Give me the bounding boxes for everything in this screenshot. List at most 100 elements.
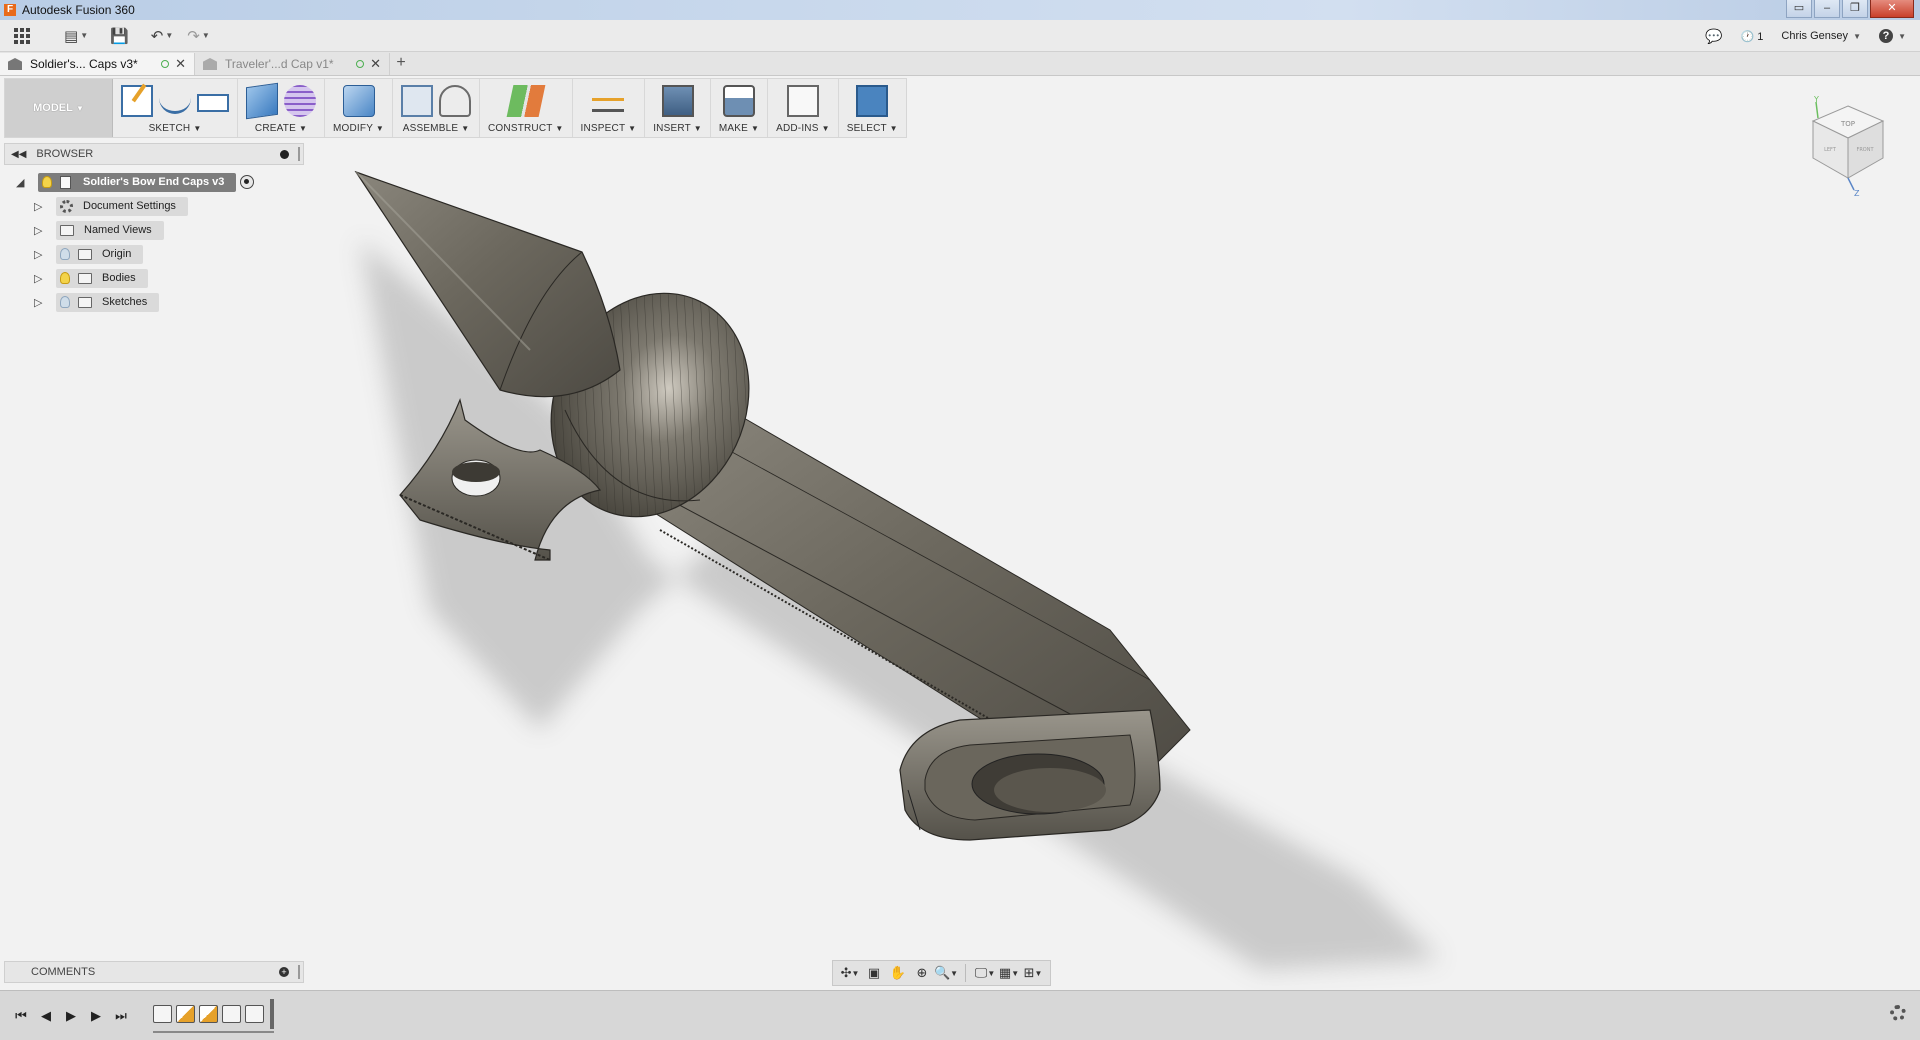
restore-panel-button[interactable]: ▭ (1786, 0, 1812, 18)
fusion-app-icon: F (4, 4, 16, 16)
help-icon: ? (1879, 29, 1894, 43)
close-button[interactable]: ✕ (1870, 0, 1914, 18)
comments-panel-header[interactable]: COMMENTS + (4, 961, 304, 983)
new-tab-button[interactable]: + (390, 53, 412, 75)
folder-icon (78, 272, 92, 284)
pan-hand-icon[interactable]: ✋ (887, 963, 909, 983)
create-sketch-icon[interactable] (121, 85, 153, 117)
title-bar: F Autodesk Fusion 360 ▭ – ❐ ✕ (0, 0, 1920, 20)
save-icon[interactable]: 💾 (110, 25, 129, 47)
panel-grip[interactable] (298, 965, 300, 979)
pin-icon[interactable] (280, 150, 289, 159)
redo-icon[interactable]: ↷ ▼ (187, 25, 210, 47)
collapse-browser-icon[interactable]: ◀◀ (11, 149, 26, 160)
grid-settings-icon[interactable]: ▦ ▼ (998, 963, 1020, 983)
document-tab-bar: Soldier's... Caps v3* ✕ Traveler'...d Ca… (0, 52, 1920, 76)
look-at-icon[interactable]: ▣ (863, 963, 885, 983)
saved-status-icon (161, 60, 170, 68)
tab-travelers-cap[interactable]: Traveler'...d Cap v1* ✕ (195, 53, 390, 75)
visibility-bulb-icon[interactable] (42, 176, 52, 188)
tree-item-document-settings[interactable]: ▷ Document Settings (34, 194, 254, 218)
collapse-triangle-icon[interactable]: ◢ (16, 176, 30, 189)
zoom-icon[interactable]: ⊕ (911, 963, 933, 983)
timeline-marker-handle[interactable] (270, 998, 274, 1029)
design-icon (203, 58, 217, 70)
expand-triangle-icon[interactable]: ▷ (34, 272, 48, 285)
design-icon (8, 58, 22, 70)
panel-grip[interactable] (298, 147, 300, 161)
file-menu-icon[interactable]: ▤ ▼ (64, 25, 88, 47)
help-menu[interactable]: ? ▼ (1879, 29, 1906, 43)
folder-icon (60, 224, 74, 236)
undo-icon[interactable]: ↶ ▼ (151, 25, 174, 47)
view-cube-top-label[interactable]: TOP (1840, 120, 1855, 128)
go-to-start-icon[interactable]: ⏮ (10, 1005, 32, 1027)
expand-triangle-icon[interactable]: ▷ (34, 224, 48, 237)
orbit-icon[interactable]: ✣ ▼ (839, 963, 861, 983)
axis-z-label: Z (1854, 189, 1860, 196)
maximize-button[interactable]: ❐ (1842, 0, 1868, 18)
timeline-sketch-icon[interactable] (199, 1004, 218, 1023)
folder-icon (78, 248, 92, 260)
spline-icon[interactable] (159, 94, 191, 114)
window-controls: ▭ – ❐ ✕ (1786, 0, 1914, 18)
extrude-icon[interactable] (246, 82, 278, 120)
fit-zoom-icon[interactable]: 🔍 ▼ (934, 963, 958, 983)
job-status[interactable]: 🕐 1 (1741, 30, 1764, 43)
display-settings-icon[interactable]: 🖵 ▼ (974, 963, 996, 983)
view-cube[interactable]: TOP LEFT FRONT Y Z (1808, 96, 1888, 196)
rectangle-icon[interactable] (197, 94, 229, 112)
document-icon (60, 175, 71, 189)
go-to-end-icon[interactable]: ⏭ (110, 1005, 132, 1027)
chevron-down-icon: ▼ (1853, 32, 1862, 41)
tree-item-sketches[interactable]: ▷ Sketches (34, 290, 254, 314)
axis-y-label: Y (1813, 96, 1819, 104)
timeline-revolve-icon[interactable] (222, 1004, 241, 1023)
navigation-bar: ✣ ▼ ▣ ✋ ⊕ 🔍 ▼ 🖵 ▼ ▦ ▼ ⊞ ▼ (832, 960, 1051, 986)
tree-item-bodies[interactable]: ▷ Bodies (34, 266, 254, 290)
timeline-sketch-icon[interactable] (176, 1004, 195, 1023)
close-tab-icon[interactable]: ✕ (370, 56, 381, 72)
step-back-icon[interactable]: ◀ (35, 1005, 57, 1027)
visibility-bulb-icon[interactable] (60, 248, 70, 260)
quick-access-right: 💬 🕐 1 Chris Gensey ▼ ? ▼ (1705, 20, 1906, 52)
visibility-bulb-icon[interactable] (60, 272, 70, 284)
clock-icon: 🕐 (1740, 30, 1755, 43)
expand-triangle-icon[interactable]: ▷ (34, 200, 48, 213)
expand-triangle-icon[interactable]: ▷ (34, 248, 48, 261)
add-comment-icon[interactable]: + (279, 967, 289, 977)
timeline-features (153, 998, 274, 1033)
folder-icon (78, 296, 92, 308)
visibility-bulb-icon[interactable] (60, 296, 70, 308)
tab-soldiers-caps[interactable]: Soldier's... Caps v3* ✕ (0, 53, 195, 75)
close-tab-icon[interactable]: ✕ (175, 56, 186, 72)
tree-item-named-views[interactable]: ▷ Named Views (34, 218, 254, 242)
quick-access-toolbar: ▤ ▼ 💾 ↶ ▼ ↷ ▼ 💬 🕐 1 Chris Gensey ▼ ? ▼ (0, 20, 1920, 52)
saved-status-icon (356, 60, 365, 68)
data-panel-grid-icon[interactable] (14, 27, 36, 44)
workspace-switcher[interactable]: MODEL ▼ (5, 79, 113, 137)
activate-radio-icon[interactable] (240, 175, 255, 189)
notifications-icon[interactable]: 💬 (1705, 28, 1722, 45)
user-menu[interactable]: Chris Gensey ▼ (1781, 30, 1861, 42)
step-forward-icon[interactable]: ▶ (85, 1005, 107, 1027)
gear-icon (60, 199, 73, 213)
tree-root-node[interactable]: ◢ Soldier's Bow End Caps v3 (16, 170, 255, 194)
expand-triangle-icon[interactable]: ▷ (34, 296, 48, 309)
sketch-group[interactable]: SKETCH ▼ (113, 79, 238, 137)
browser-panel-header[interactable]: ◀◀ BROWSER (4, 143, 304, 165)
browser-tree: ◢ Soldier's Bow End Caps v3 ▷ Document S… (16, 170, 255, 314)
tree-item-origin[interactable]: ▷ Origin (34, 242, 254, 266)
timeline-extrude-icon[interactable] (245, 1004, 264, 1023)
minimize-button[interactable]: – (1814, 0, 1840, 18)
viewports-icon[interactable]: ⊞ ▼ (1022, 963, 1044, 983)
model-end-cap (899, 709, 1161, 841)
timeline-settings-gear-icon[interactable] (1890, 1005, 1906, 1021)
timeline-bar: ⏮ ◀ ▶ ▶ ⏭ (0, 990, 1920, 1040)
timeline-body-icon[interactable] (153, 1004, 172, 1023)
canvas-viewport[interactable] (310, 90, 1870, 990)
view-cube-front-label[interactable]: FRONT (1856, 147, 1874, 153)
play-icon[interactable]: ▶ (60, 1005, 82, 1027)
view-cube-left-label[interactable]: LEFT (1824, 147, 1837, 153)
window-title: Autodesk Fusion 360 (22, 3, 135, 17)
